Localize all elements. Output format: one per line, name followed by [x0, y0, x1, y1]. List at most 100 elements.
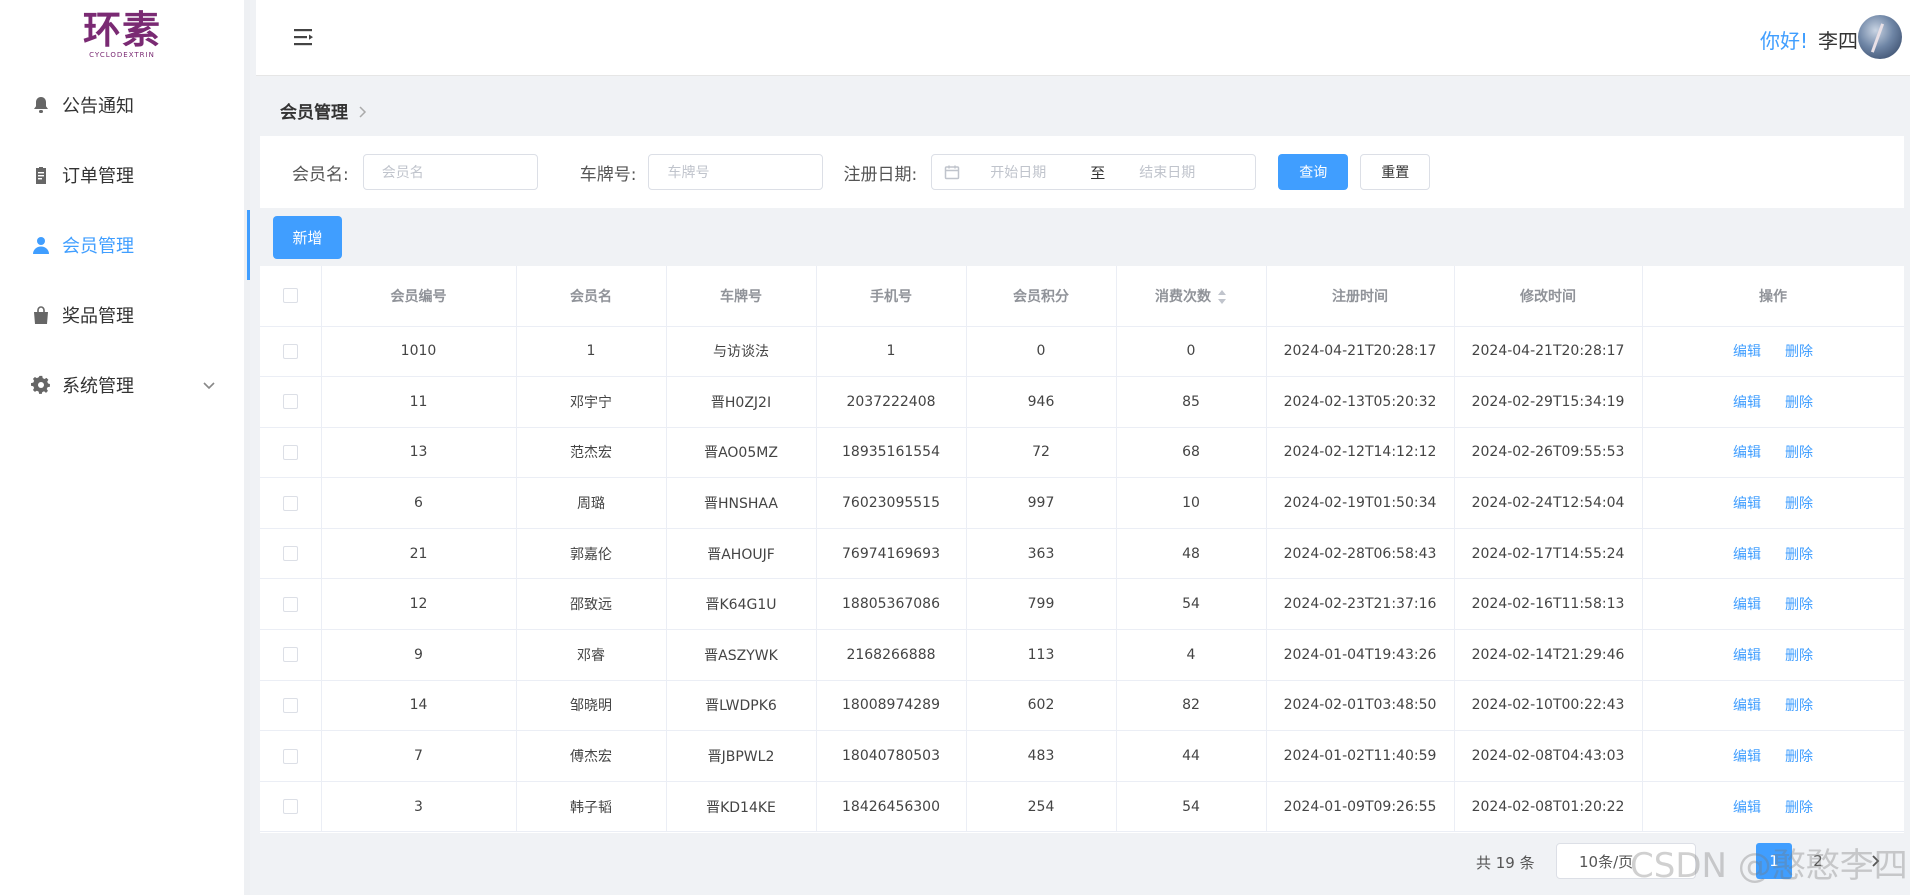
plate-placeholder: 车牌号	[667, 165, 710, 181]
row-checkbox[interactable]	[282, 799, 298, 815]
edit-link[interactable]: 编辑	[1733, 547, 1761, 563]
row-checkbox[interactable]	[282, 647, 298, 663]
row-checkbox[interactable]	[282, 394, 298, 410]
row-select-cell[interactable]	[260, 376, 322, 428]
add-member-button[interactable]: 新增	[273, 216, 342, 259]
query-button[interactable]: 查询	[1278, 154, 1349, 190]
member-name-label: 会员名:	[292, 164, 349, 185]
edit-link[interactable]: 编辑	[1733, 597, 1761, 613]
username[interactable]: 李四	[1818, 25, 1858, 54]
row-select-cell[interactable]	[260, 629, 322, 681]
logo: 环素 CYCLODEXTRIN	[0, 0, 244, 70]
clipboard-icon	[30, 164, 52, 186]
table-cell: 14	[321, 680, 517, 732]
delete-link[interactable]: 删除	[1785, 597, 1813, 613]
delete-link[interactable]: 删除	[1785, 496, 1813, 512]
table-cell: 11	[321, 376, 517, 428]
sidebar-item-announcements[interactable]: 公告通知	[0, 70, 244, 140]
delete-link[interactable]: 删除	[1785, 800, 1813, 816]
avatar[interactable]	[1858, 15, 1902, 59]
delete-link[interactable]: 删除	[1785, 344, 1813, 360]
sort-icon[interactable]	[1217, 289, 1227, 305]
edit-link[interactable]: 编辑	[1733, 749, 1761, 765]
table-cell: 2024-02-19T01:50:34	[1266, 477, 1455, 529]
table-cell: 2024-02-26T09:55:53	[1454, 427, 1643, 479]
row-checkbox[interactable]	[282, 343, 298, 359]
table-cell: 68	[1116, 427, 1267, 479]
start-date-placeholder[interactable]: 开始日期	[990, 162, 1090, 182]
table-row: 11 邓宇宁 晋H0ZJ2I 2037222408 946 85 2024-02-13T05…	[260, 376, 1904, 428]
table-cell: 76974169693	[816, 528, 967, 580]
column-header: 会员编号	[321, 266, 517, 327]
collapse-menu-icon[interactable]	[294, 28, 314, 46]
delete-link[interactable]: 删除	[1785, 445, 1813, 461]
row-actions: 编辑 删除	[1642, 730, 1904, 782]
edit-link[interactable]: 编辑	[1733, 445, 1761, 461]
gear-icon	[30, 374, 52, 396]
sidebar: 环素 CYCLODEXTRIN 公告通知 订单管理 会员管理 奖品管理 系统管理	[0, 0, 250, 895]
row-checkbox[interactable]	[282, 596, 298, 612]
sidebar-item-prizes[interactable]: 奖品管理	[0, 280, 244, 350]
edit-link[interactable]: 编辑	[1733, 344, 1761, 360]
table-cell: 2024-02-16T11:58:13	[1454, 578, 1643, 631]
table-cell: 799	[966, 578, 1117, 631]
end-date-placeholder[interactable]: 结束日期	[1139, 162, 1195, 182]
next-page-icon[interactable]	[1858, 843, 1894, 879]
table-cell: 85	[1116, 376, 1267, 428]
sidebar-item-system[interactable]: 系统管理	[0, 350, 244, 420]
reg-date-range-picker[interactable]: 开始日期 至 结束日期	[931, 154, 1257, 190]
table-cell: 邓宇宁	[516, 376, 667, 428]
row-select-cell[interactable]	[260, 578, 322, 631]
table-cell: 郭嘉伦	[516, 528, 667, 580]
row-select-cell[interactable]	[260, 680, 322, 732]
select-all-checkbox[interactable]	[282, 288, 298, 304]
delete-link[interactable]: 删除	[1785, 749, 1813, 765]
row-select-cell[interactable]	[260, 427, 322, 479]
column-header-sortable[interactable]: 消费次数	[1116, 266, 1267, 327]
row-select-cell[interactable]	[260, 528, 322, 580]
table-cell: 21	[321, 528, 517, 580]
page-button-2[interactable]: 2	[1800, 843, 1836, 879]
table-cell: 晋JBPWL2	[666, 730, 817, 782]
sidebar-item-members[interactable]: 会员管理	[0, 210, 250, 280]
member-name-input[interactable]: 会员名	[362, 154, 538, 190]
table-cell: 1	[516, 326, 667, 378]
row-select-cell[interactable]	[260, 477, 322, 529]
calendar-icon	[944, 164, 960, 180]
sidebar-item-orders[interactable]: 订单管理	[0, 140, 244, 210]
table-row: 9 邓睿 晋ASZYWK 2168266888 113 4 2024-01-04T19:43…	[260, 629, 1904, 681]
select-all-cell[interactable]	[260, 266, 322, 327]
edit-link[interactable]: 编辑	[1733, 698, 1761, 714]
row-select-cell[interactable]	[260, 730, 322, 782]
delete-link[interactable]: 删除	[1785, 698, 1813, 714]
row-select-cell[interactable]	[260, 326, 322, 378]
row-checkbox[interactable]	[282, 444, 298, 460]
table-row: 21 郭嘉伦 晋AHOUJF 76974169693 363 48 2024-02-28T0…	[260, 528, 1904, 580]
delete-link[interactable]: 删除	[1785, 547, 1813, 563]
table-cell: 2168266888	[816, 629, 967, 681]
member-table-grid: 会员编号 会员名 车牌号 手机号 会员积分 消费次数 注册时间 修改时间 操作 …	[260, 266, 1904, 833]
delete-link[interactable]: 删除	[1785, 648, 1813, 664]
row-checkbox[interactable]	[282, 546, 298, 562]
edit-link[interactable]: 编辑	[1733, 496, 1761, 512]
table-cell: 82	[1116, 680, 1267, 732]
sidebar-item-label: 公告通知	[62, 96, 134, 117]
edit-link[interactable]: 编辑	[1733, 395, 1761, 411]
table-cell: 2024-02-10T00:22:43	[1454, 680, 1643, 732]
page-button-1[interactable]: 1	[1756, 843, 1792, 879]
delete-link[interactable]: 删除	[1785, 395, 1813, 411]
plate-input[interactable]: 车牌号	[648, 154, 824, 190]
table-cell: 363	[966, 528, 1117, 580]
edit-link[interactable]: 编辑	[1733, 800, 1761, 816]
table-cell: 0	[1116, 326, 1267, 378]
row-checkbox[interactable]	[282, 748, 298, 764]
table-cell: 周璐	[516, 477, 667, 529]
row-checkbox[interactable]	[282, 495, 298, 511]
reset-button[interactable]: 重置	[1360, 154, 1431, 190]
edit-link[interactable]: 编辑	[1733, 648, 1761, 664]
row-select-cell[interactable]	[260, 781, 322, 833]
row-actions: 编辑 删除	[1642, 629, 1904, 681]
row-checkbox[interactable]	[282, 697, 298, 713]
page-size-select[interactable]: 10条/页	[1556, 843, 1696, 879]
table-cell: 邹晓明	[516, 680, 667, 732]
